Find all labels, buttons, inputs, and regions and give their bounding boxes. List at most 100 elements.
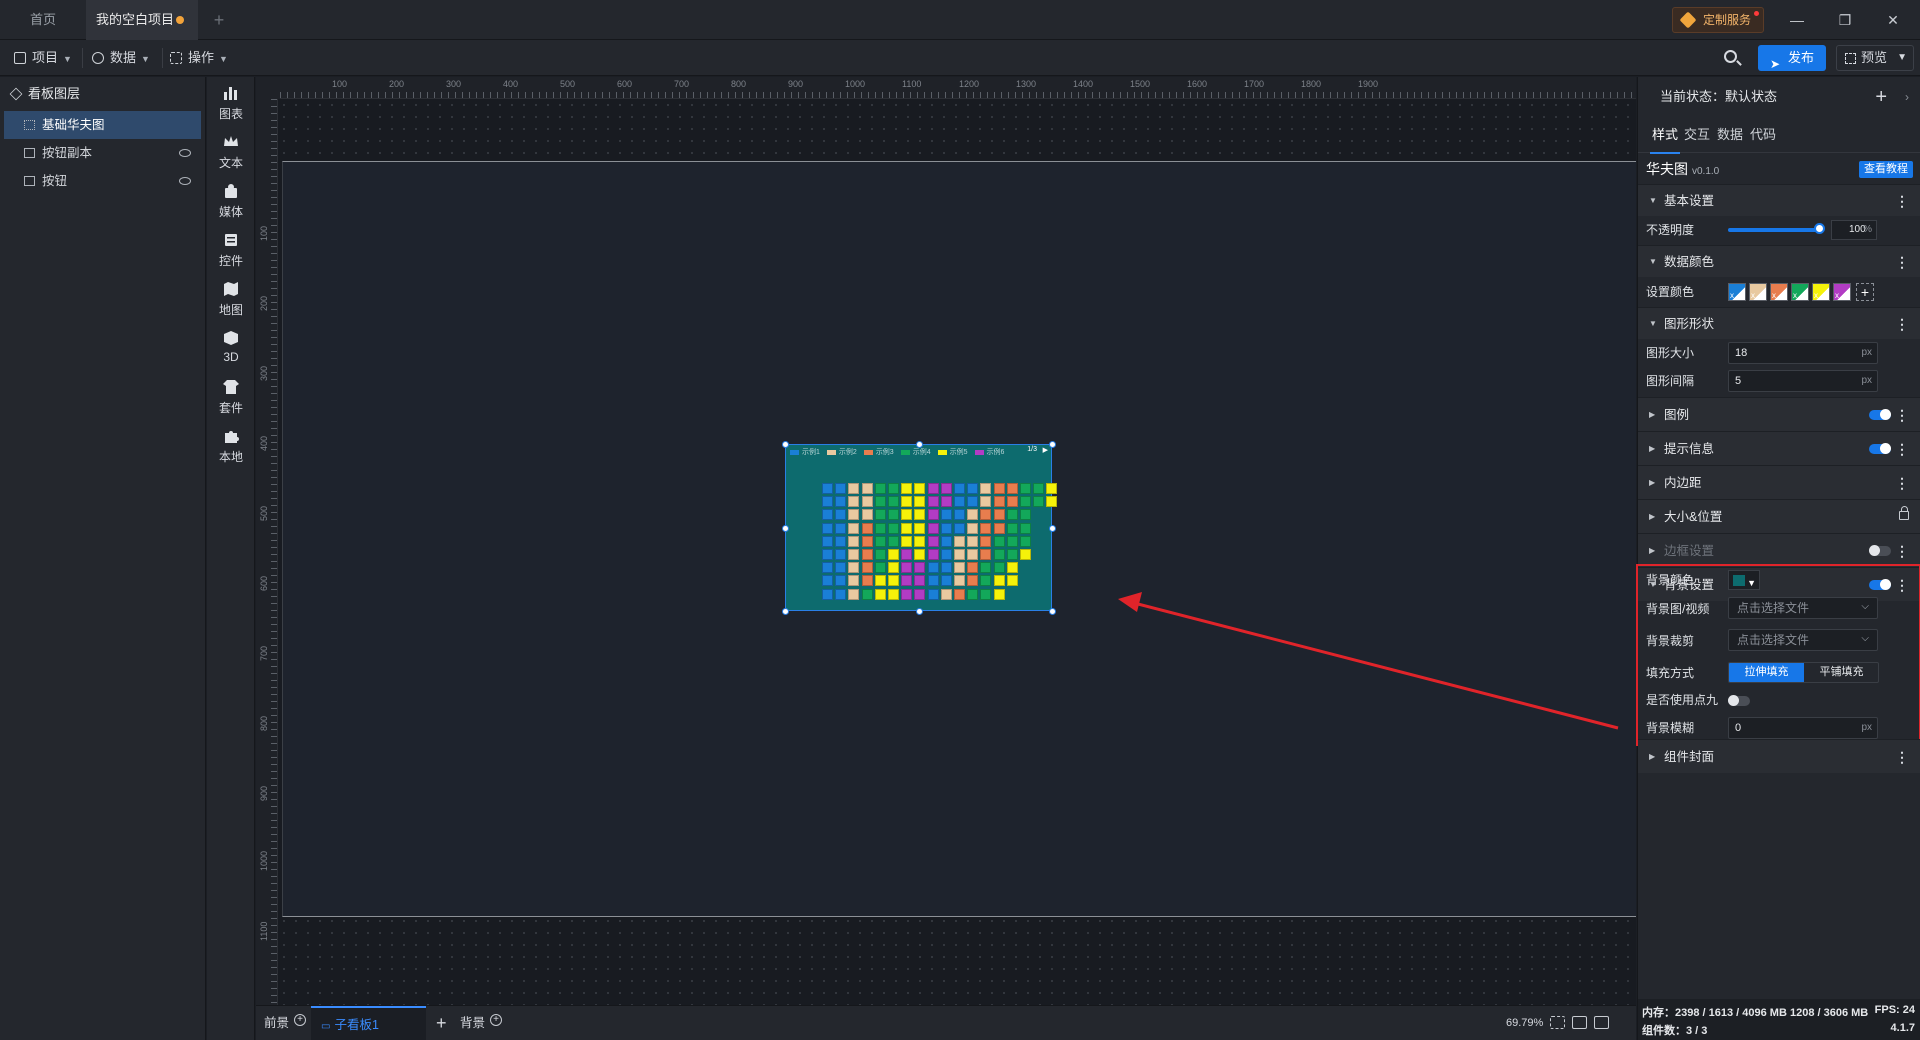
waffle-cell[interactable] xyxy=(993,509,1005,521)
waffle-cell[interactable] xyxy=(874,562,886,574)
opacity-slider-handle[interactable] xyxy=(1814,223,1825,234)
waffle-cell[interactable] xyxy=(822,535,833,547)
add-board-button[interactable]: + xyxy=(436,1006,447,1040)
waffle-cell[interactable] xyxy=(927,575,939,587)
fit-screen-icon[interactable] xyxy=(1550,1016,1565,1029)
bg-blur-input[interactable]: 0 px xyxy=(1728,717,1878,739)
waffle-cell[interactable] xyxy=(888,588,899,600)
section-legend[interactable]: ▶ 图例 ⋮ xyxy=(1638,397,1920,431)
waffle-cell[interactable] xyxy=(901,522,913,534)
bg-image-select[interactable]: 点击选择文件 ⌵ xyxy=(1728,597,1878,619)
waffle-cell[interactable] xyxy=(874,535,886,547)
waffle-cell[interactable] xyxy=(1006,575,1018,587)
waffle-cell[interactable] xyxy=(927,509,939,521)
foreground-tab[interactable]: 前景 + xyxy=(264,1006,307,1040)
opacity-input[interactable]: 100 % xyxy=(1831,220,1877,240)
waffle-cell[interactable] xyxy=(1046,483,1058,494)
waffle-cell[interactable] xyxy=(954,522,965,534)
keyboard-icon[interactable] xyxy=(1572,1016,1587,1029)
waffle-cell[interactable] xyxy=(940,562,952,574)
section-padding[interactable]: ▶ 内边距 ⋮ xyxy=(1638,465,1920,499)
more-icon[interactable]: ⋮ xyxy=(1895,534,1909,568)
waffle-cell[interactable] xyxy=(861,522,873,534)
waffle-cell[interactable] xyxy=(914,496,926,508)
component-local[interactable]: 本地 xyxy=(207,420,255,480)
waffle-cell[interactable] xyxy=(927,483,939,494)
waffle-cell[interactable] xyxy=(835,549,847,560)
waffle-cell[interactable] xyxy=(940,522,952,534)
section-cover[interactable]: ▶ 组件封面 ⋮ xyxy=(1638,739,1920,773)
waffle-cell[interactable] xyxy=(848,483,860,494)
waffle-cell[interactable] xyxy=(848,522,860,534)
waffle-cell[interactable] xyxy=(980,535,992,547)
waffle-cell[interactable] xyxy=(940,588,952,600)
waffle-cell[interactable] xyxy=(914,509,926,521)
waffle-cell[interactable] xyxy=(1006,483,1018,494)
waffle-cell[interactable] xyxy=(993,549,1005,560)
waffle-cell[interactable] xyxy=(874,575,886,587)
color-swatch[interactable]: x xyxy=(1749,283,1767,301)
waffle-cell[interactable] xyxy=(993,588,1005,600)
waffle-cell[interactable] xyxy=(1006,509,1018,521)
waffle-cell[interactable] xyxy=(993,575,1005,587)
section-shape[interactable]: ▼ 图形形状 ⋮ xyxy=(1638,307,1920,339)
waffle-cell[interactable] xyxy=(914,562,926,574)
tab-home[interactable]: 首页 xyxy=(0,0,86,40)
waffle-cell[interactable] xyxy=(967,483,979,494)
waffle-cell[interactable] xyxy=(848,535,860,547)
waffle-cell[interactable] xyxy=(927,588,939,600)
waffle-cell[interactable] xyxy=(993,522,1005,534)
waffle-cell[interactable] xyxy=(1020,522,1031,534)
waffle-cell[interactable] xyxy=(874,483,886,494)
waffle-cell[interactable] xyxy=(901,483,913,494)
waffle-cell[interactable] xyxy=(1033,483,1045,494)
waffle-cell[interactable] xyxy=(848,575,860,587)
waffle-cell[interactable] xyxy=(901,496,913,508)
bg-color-picker[interactable]: ▼ xyxy=(1728,570,1760,590)
publish-button[interactable]: ➤ 发布 xyxy=(1758,45,1826,71)
waffle-cell[interactable] xyxy=(914,522,926,534)
waffle-cell[interactable] xyxy=(835,588,847,600)
resize-handle[interactable] xyxy=(916,441,923,448)
waffle-cell[interactable] xyxy=(822,496,833,508)
waffle-cell[interactable] xyxy=(1020,549,1031,560)
waffle-cell[interactable] xyxy=(980,562,992,574)
resize-handle[interactable] xyxy=(1049,441,1056,448)
legend-item[interactable]: 示例4 xyxy=(900,447,931,457)
legend-item[interactable]: 示例5 xyxy=(937,447,968,457)
waffle-cell[interactable] xyxy=(927,549,939,560)
waffle-cell[interactable] xyxy=(954,575,965,587)
waffle-cell[interactable] xyxy=(1020,509,1031,521)
waffle-cell[interactable] xyxy=(901,575,913,587)
waffle-cell[interactable] xyxy=(1046,496,1058,508)
resize-handle[interactable] xyxy=(782,608,789,615)
chevron-right-icon[interactable]: › xyxy=(1905,77,1909,117)
waffle-cell[interactable] xyxy=(967,522,979,534)
resize-handle[interactable] xyxy=(1049,608,1056,615)
waffle-cell[interactable] xyxy=(848,496,860,508)
waffle-cell[interactable] xyxy=(954,483,965,494)
more-icon[interactable]: ⋮ xyxy=(1895,398,1909,432)
view-tutorial-button[interactable]: 查看教程 xyxy=(1859,161,1913,178)
waffle-cell[interactable] xyxy=(874,522,886,534)
resize-handle[interactable] xyxy=(782,525,789,532)
waffle-cell[interactable] xyxy=(1020,535,1031,547)
waffle-cell[interactable] xyxy=(822,562,833,574)
eye-hidden-icon[interactable] xyxy=(179,177,191,185)
waffle-cell[interactable] xyxy=(888,562,899,574)
waffle-cell[interactable] xyxy=(822,509,833,521)
waffle-cell[interactable] xyxy=(835,509,847,521)
waffle-cell[interactable] xyxy=(954,535,965,547)
waffle-cell[interactable] xyxy=(888,496,899,508)
preview-button[interactable]: 预览 ▼ xyxy=(1836,45,1914,71)
section-basic[interactable]: ▼ 基本设置 ⋮ xyxy=(1638,184,1920,216)
waffle-cell[interactable] xyxy=(874,496,886,508)
waffle-cell[interactable] xyxy=(914,575,926,587)
search-button[interactable] xyxy=(1722,48,1742,68)
opacity-slider[interactable] xyxy=(1728,228,1820,232)
waffle-cell[interactable] xyxy=(874,588,886,600)
menu-project[interactable]: 项目 ▼ xyxy=(10,40,72,76)
waffle-cell[interactable] xyxy=(940,496,952,508)
waffle-cell[interactable] xyxy=(914,588,926,600)
waffle-cell[interactable] xyxy=(822,575,833,587)
